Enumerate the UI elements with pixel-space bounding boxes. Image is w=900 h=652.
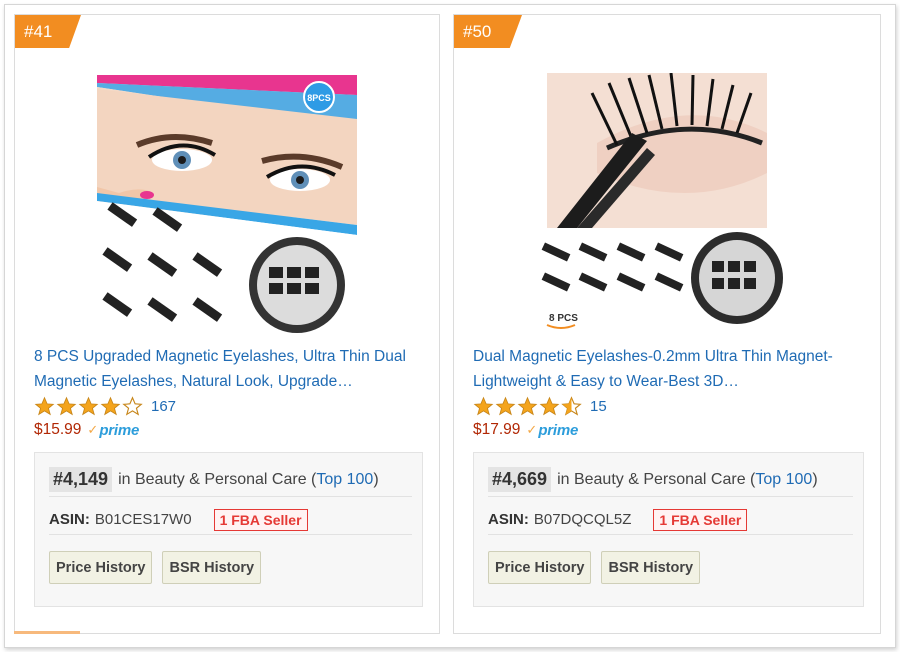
bsr-row: #4,669 in Beauty & Personal Care (Top 10… bbox=[488, 463, 853, 497]
image-badge-text: 8PCS bbox=[307, 93, 331, 103]
rank-label: #50 bbox=[463, 22, 492, 41]
star-half-icon bbox=[561, 395, 582, 416]
fba-seller-badge[interactable]: 1 FBA Seller bbox=[213, 508, 308, 531]
product-image[interactable]: 8 PCS bbox=[537, 73, 797, 339]
asin-label: ASIN: bbox=[49, 511, 90, 528]
history-buttons: Price History BSR History bbox=[488, 551, 701, 584]
price-history-button[interactable]: Price History bbox=[49, 551, 153, 584]
price-row: $15.99 ✓ prime bbox=[34, 421, 139, 439]
review-count-link[interactable]: 167 bbox=[151, 398, 176, 415]
star-rating[interactable] bbox=[34, 395, 143, 417]
prime-badge: ✓ prime bbox=[526, 422, 578, 439]
price: $17.99 bbox=[473, 421, 521, 438]
star-empty-icon bbox=[122, 395, 143, 416]
bsr-row: #4,149 in Beauty & Personal Care (Top 10… bbox=[49, 463, 412, 497]
review-count-link[interactable]: 15 bbox=[590, 398, 607, 415]
price-history-button[interactable]: Price History bbox=[488, 551, 592, 584]
product-stats-panel: #4,669 in Beauty & Personal Care (Top 10… bbox=[473, 452, 864, 607]
prime-badge: ✓ prime bbox=[87, 422, 139, 439]
star-icon bbox=[517, 396, 538, 415]
bsr-category: in Beauty & Personal Care ( bbox=[557, 470, 756, 488]
star-icon bbox=[100, 396, 121, 415]
price: $15.99 bbox=[34, 421, 82, 438]
fba-seller-badge[interactable]: 1 FBA Seller bbox=[653, 508, 748, 531]
star-rating[interactable] bbox=[473, 395, 582, 417]
product-stats-panel: #4,149 in Beauty & Personal Care (Top 10… bbox=[34, 452, 423, 607]
star-icon bbox=[495, 396, 516, 415]
prime-label: prime bbox=[99, 421, 140, 439]
rank-label: #41 bbox=[24, 22, 53, 41]
bsr-history-button[interactable]: BSR History bbox=[601, 551, 701, 584]
product-image[interactable]: 8PCS bbox=[97, 75, 357, 337]
star-icon bbox=[473, 396, 494, 415]
bsr-history-button[interactable]: BSR History bbox=[162, 551, 262, 584]
product-title-link[interactable]: Dual Magnetic Eyelashes-0.2mm Ultra Thin… bbox=[473, 345, 864, 394]
checkmark-icon: ✓ bbox=[87, 422, 99, 437]
rank-badge: #41 bbox=[15, 15, 81, 48]
asin-value: B07DQCQL5Z bbox=[533, 511, 632, 528]
next-rank-badge-edge bbox=[14, 631, 80, 634]
bsr-category-close: ) bbox=[373, 470, 379, 488]
bsr-category-close: ) bbox=[812, 470, 818, 488]
asin-row: ASIN: B01CES17W0 1 FBA Seller bbox=[49, 505, 412, 535]
rating-row: 15 bbox=[473, 395, 607, 417]
star-icon bbox=[78, 396, 99, 415]
history-buttons: Price History BSR History bbox=[49, 551, 262, 584]
price-row: $17.99 ✓ prime bbox=[473, 421, 578, 439]
prime-label: prime bbox=[538, 421, 579, 439]
product-card-50: #50 8 PCS Dual Magnetic Eyelashes-0.2mm … bbox=[453, 14, 881, 634]
top-100-link[interactable]: Top 100 bbox=[316, 471, 373, 489]
product-title-link[interactable]: 8 PCS Upgraded Magnetic Eyelashes, Ultra… bbox=[34, 345, 423, 394]
rank-badge: #50 bbox=[454, 15, 522, 48]
checkmark-icon: ✓ bbox=[526, 422, 538, 437]
product-card-41: #41 8PCS 8 PCS Upgraded Magnetic Eyelash… bbox=[14, 14, 440, 634]
bsr-category: in Beauty & Personal Care ( bbox=[118, 470, 317, 488]
top-100-link[interactable]: Top 100 bbox=[755, 471, 812, 489]
star-icon bbox=[56, 396, 77, 415]
bsr-rank: #4,149 bbox=[49, 467, 113, 492]
asin-label: ASIN: bbox=[488, 511, 529, 528]
star-icon bbox=[539, 396, 560, 415]
asin-value: B01CES17W0 bbox=[94, 511, 192, 528]
image-badge-text: 8 PCS bbox=[549, 313, 578, 324]
star-icon bbox=[34, 396, 55, 415]
asin-row: ASIN: B07DQCQL5Z 1 FBA Seller bbox=[488, 505, 853, 535]
bsr-rank: #4,669 bbox=[488, 467, 552, 492]
rating-row: 167 bbox=[34, 395, 176, 417]
